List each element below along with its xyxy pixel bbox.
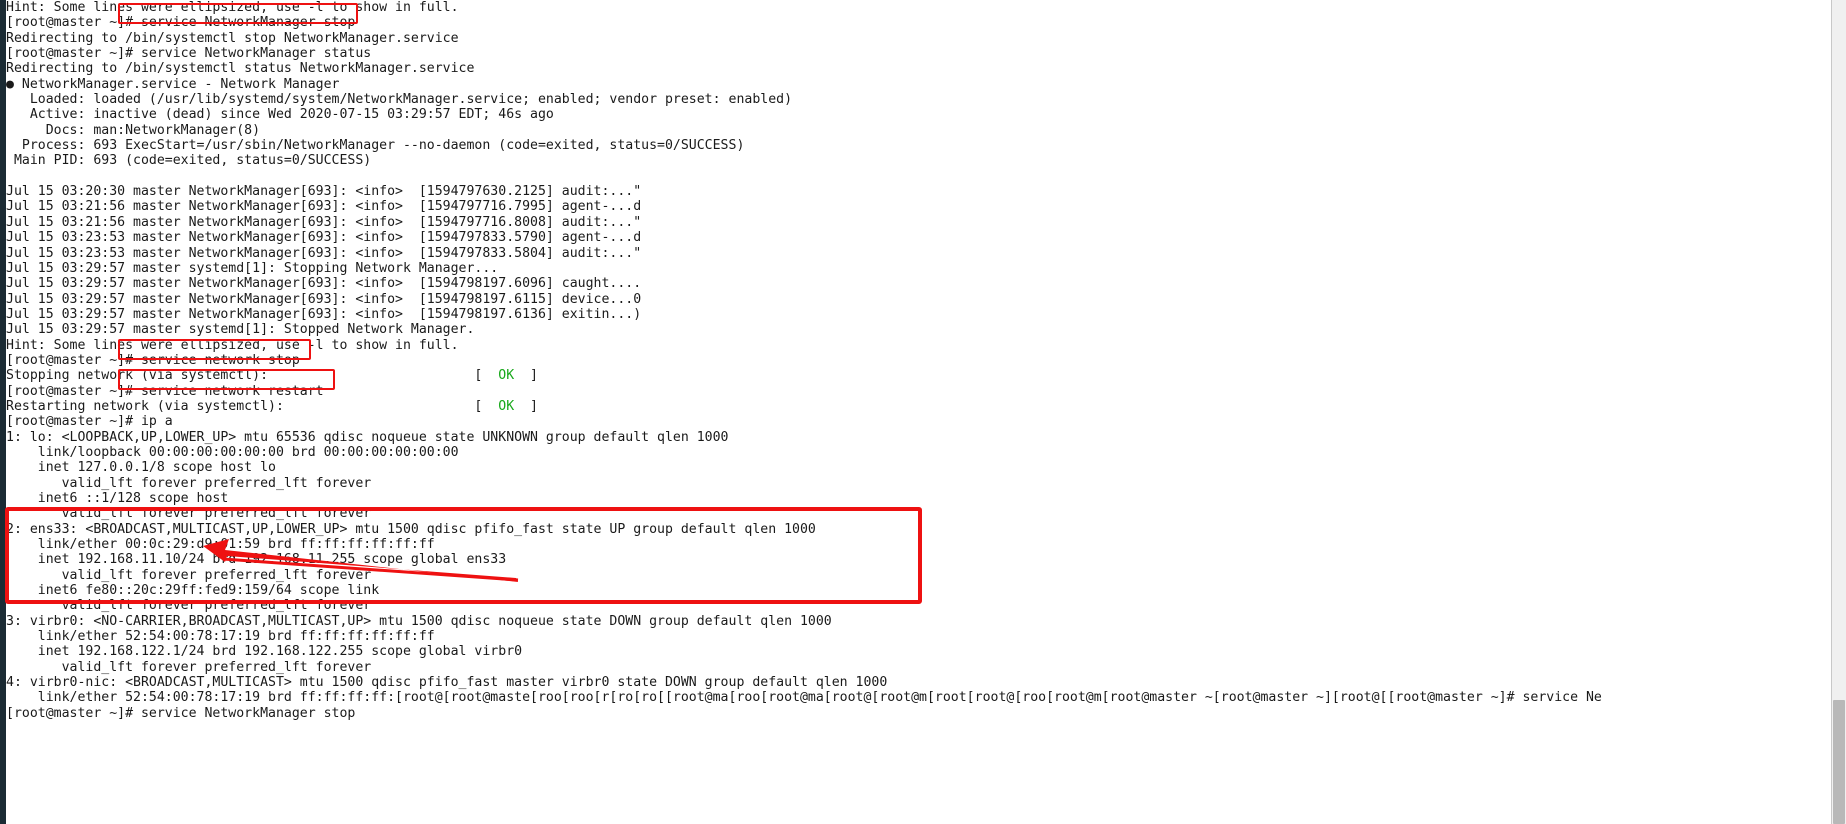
terminal-line: [root@master ~]# service NetworkManager … — [6, 15, 356, 31]
terminal-line: inet 192.168.122.1/24 brd 192.168.122.25… — [6, 644, 523, 660]
terminal-line: ● NetworkManager.service - Network Manag… — [6, 76, 340, 92]
terminal-line: Jul 15 03:29:57 master NetworkManager[69… — [6, 306, 642, 322]
terminal-line: Jul 15 03:20:30 master NetworkManager[69… — [6, 184, 642, 200]
terminal-line: link/ether 52:54:00:78:17:19 brd ff:ff:f… — [6, 629, 435, 645]
terminal-window[interactable]: Hint: Some lines were ellipsized, use -l… — [0, 0, 1846, 824]
terminal-line: [root@master ~]# service NetworkManager … — [6, 46, 372, 62]
terminal-line: inet 192.168.11.10/24 brd 192.168.11.255… — [6, 552, 507, 568]
vertical-scrollbar[interactable] — [1831, 0, 1846, 824]
terminal-line: Process: 693 ExecStart=/usr/sbin/Network… — [6, 138, 745, 154]
terminal-line: Stopping network (via systemctl): [ OK ] — [6, 368, 1832, 383]
terminal-line: Jul 15 03:23:53 master NetworkManager[69… — [6, 230, 642, 246]
terminal-line: link/loopback 00:00:00:00:00:00 brd 00:0… — [6, 444, 459, 460]
terminal-line: 4: virbr0-nic: <BROADCAST,MULTICAST> mtu… — [6, 675, 888, 691]
status-line-text: Stopping network (via systemctl): [ — [6, 368, 499, 384]
terminal-line: 3: virbr0: <NO-CARRIER,BROADCAST,MULTICA… — [6, 613, 832, 629]
status-line-text: Restarting network (via systemctl): [ — [6, 398, 499, 414]
terminal-line: [root@master ~]# service network stop — [6, 352, 300, 368]
terminal-line: valid_lft forever preferred_lft forever — [6, 659, 372, 675]
terminal-line: Jul 15 03:29:57 master NetworkManager[69… — [6, 291, 642, 307]
terminal-line: Jul 15 03:29:57 master NetworkManager[69… — [6, 276, 642, 292]
terminal-line: link/ether 00:0c:29:d9:01:59 brd ff:ff:f… — [6, 537, 435, 553]
terminal-line: Redirecting to /bin/systemctl stop Netwo… — [6, 30, 459, 46]
terminal-line: Active: inactive (dead) since Wed 2020-0… — [6, 107, 554, 123]
terminal-line: valid_lft forever preferred_lft forever — [6, 598, 372, 614]
terminal-line: Jul 15 03:21:56 master NetworkManager[69… — [6, 199, 642, 215]
terminal-line: Hint: Some lines were ellipsized, use -l… — [6, 337, 459, 353]
terminal-line: Jul 15 03:29:57 master systemd[1]: Stopp… — [6, 322, 475, 338]
terminal-line: Loaded: loaded (/usr/lib/systemd/system/… — [6, 92, 793, 108]
terminal-line: valid_lft forever preferred_lft forever — [6, 506, 372, 522]
terminal-line: [root@master ~]# service network restart — [6, 383, 324, 399]
terminal-line: Jul 15 03:29:57 master systemd[1]: Stopp… — [6, 260, 499, 276]
terminal-line: link/ether 52:54:00:78:17:19 brd ff:ff:f… — [6, 690, 1602, 706]
scrollbar-thumb[interactable] — [1833, 700, 1845, 824]
terminal-line: [root@master ~]# service NetworkManager … — [6, 705, 356, 721]
terminal-line: Docs: man:NetworkManager(8) — [6, 122, 261, 138]
terminal-line: Redirecting to /bin/systemctl status Net… — [6, 61, 475, 77]
status-badge-ok: OK — [498, 368, 515, 384]
terminal-line: Main PID: 693 (code=exited, status=0/SUC… — [6, 153, 372, 169]
status-line-suffix: ] — [514, 368, 538, 384]
terminal-line: Hint: Some lines were ellipsized, use -l… — [6, 0, 459, 15]
status-badge-ok: OK — [498, 398, 515, 414]
status-line-suffix: ] — [514, 398, 538, 414]
terminal-line: Restarting network (via systemctl): [ OK… — [6, 399, 1832, 414]
terminal-line: valid_lft forever preferred_lft forever — [6, 567, 372, 583]
terminal-line: valid_lft forever preferred_lft forever — [6, 475, 372, 491]
terminal-line: inet6 ::1/128 scope host — [6, 491, 229, 506]
terminal-line: inet6 fe80::20c:29ff:fed9:159/64 scope l… — [6, 583, 380, 599]
terminal-line: 1: lo: <LOOPBACK,UP,LOWER_UP> mtu 65536 … — [6, 429, 729, 445]
terminal-line: 2: ens33: <BROADCAST,MULTICAST,UP,LOWER_… — [6, 521, 816, 537]
terminal-line: Jul 15 03:23:53 master NetworkManager[69… — [6, 245, 642, 261]
terminal-line: [root@master ~]# ip a — [6, 414, 173, 430]
terminal-output-area[interactable]: Hint: Some lines were ellipsized, use -l… — [6, 0, 1832, 824]
terminal-line: Jul 15 03:21:56 master NetworkManager[69… — [6, 214, 642, 230]
terminal-line: inet 127.0.0.1/8 scope host lo — [6, 460, 276, 476]
